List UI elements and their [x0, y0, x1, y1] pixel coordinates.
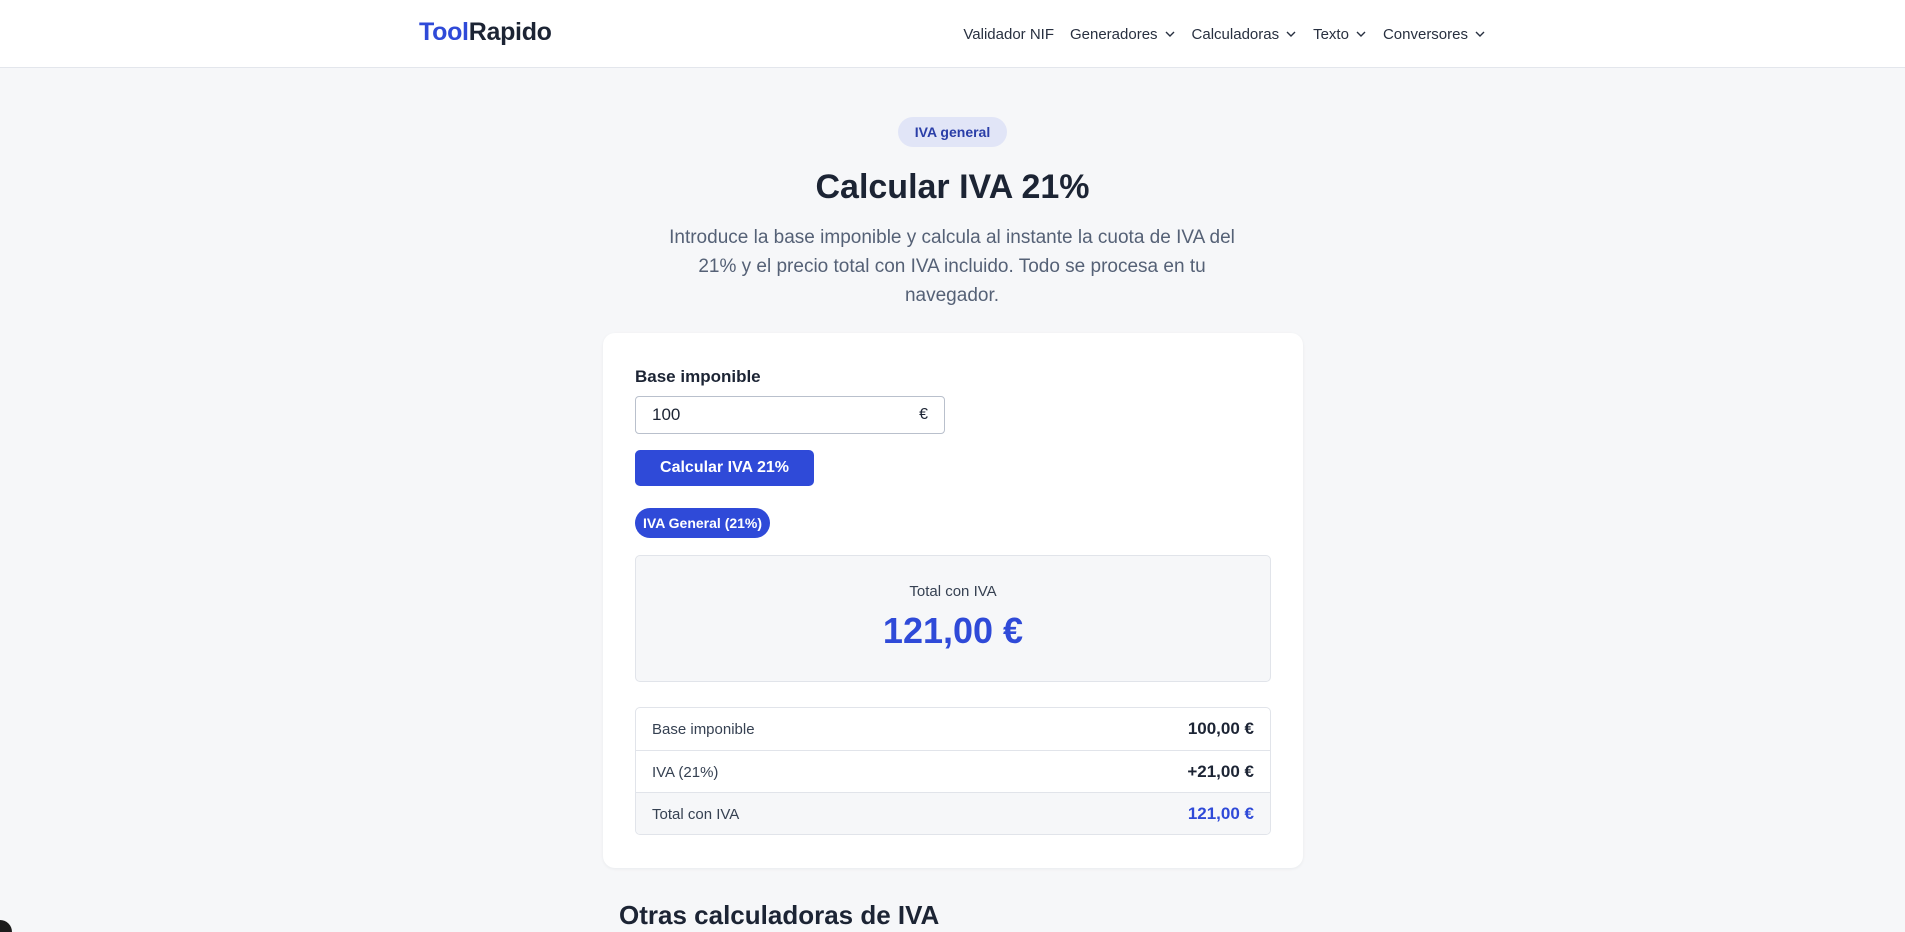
breakdown-value: +21,00 € [1187, 762, 1254, 781]
section-title: Otras calculadoras de IVA [619, 900, 940, 930]
breakdown-label: Base imponible [652, 721, 755, 738]
nav-label: Texto [1313, 25, 1349, 43]
base-imponible-field[interactable]: € [635, 396, 945, 434]
chevron-down-icon [1355, 28, 1367, 40]
breakdown-label: IVA (21%) [652, 764, 719, 781]
rate-chip: IVA General (21%) [635, 508, 771, 538]
base-imponible-input[interactable] [636, 397, 906, 433]
breakdown-row-iva: IVA (21%) +21,00 € [636, 750, 1270, 792]
nav-validador-nif[interactable]: Validador NIF [963, 26, 1054, 43]
calculate-button[interactable]: Calcular IVA 21% [635, 450, 814, 486]
nav-label: Calculadoras [1191, 25, 1280, 43]
nav-generadores[interactable]: Generadores [1070, 26, 1176, 43]
logo-part-tool: Tool [419, 18, 469, 46]
breakdown-table: Base imponible 100,00 € IVA (21%) +21,00… [635, 707, 1271, 835]
page-title: Calcular IVA 21% [815, 168, 1090, 206]
breakdown-value: 121,00 € [1187, 804, 1254, 823]
chevron-down-icon [1164, 28, 1176, 40]
chevron-down-icon [1474, 28, 1486, 40]
result-label: Total con IVA [909, 583, 997, 600]
calculator-card: Base imponible € Calcular IVA 21% IVA Ge… [603, 333, 1303, 868]
nav-texto[interactable]: Texto [1313, 26, 1367, 43]
result-box: Total con IVA 121,00 € [635, 555, 1271, 682]
base-imponible-label: Base imponible [635, 367, 761, 386]
category-badge: IVA general [898, 117, 1007, 147]
breakdown-label: Total con IVA [652, 806, 740, 823]
breakdown-row-base: Base imponible 100,00 € [636, 708, 1270, 750]
breakdown-value: 100,00 € [1187, 719, 1254, 738]
result-value: 121,00 € [882, 610, 1024, 651]
window-corner [0, 920, 12, 932]
nav-conversores[interactable]: Conversores [1383, 26, 1486, 43]
nav-calculadoras[interactable]: Calculadoras [1192, 26, 1298, 43]
chevron-down-icon [1285, 28, 1297, 40]
site-logo[interactable]: ToolRapido [419, 18, 552, 47]
nav-label: Validador NIF [963, 25, 1054, 43]
nav-label: Generadores [1069, 25, 1158, 43]
page-description: Introduce la base imponible y calcula al… [669, 227, 1235, 306]
main-nav: Validador NIF Generadores Calculadoras T… [963, 0, 1486, 68]
site-header: ToolRapido Validador NIF Generadores Cal… [0, 0, 1905, 68]
logo-part-rapido: Rapido [468, 18, 552, 46]
nav-label: Conversores [1382, 25, 1468, 43]
currency-symbol: € [919, 406, 928, 423]
breakdown-row-total: Total con IVA 121,00 € [636, 792, 1270, 834]
